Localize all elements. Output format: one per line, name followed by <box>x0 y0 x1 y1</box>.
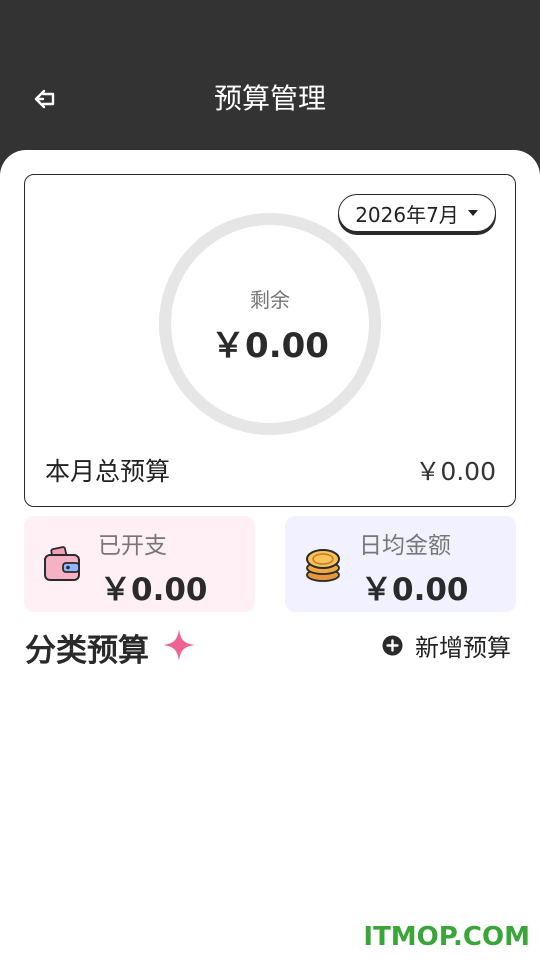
app-header: 预算管理 <box>0 0 540 160</box>
monthly-total-value: ￥0.00 <box>415 457 496 486</box>
caret-down-icon <box>467 210 478 216</box>
monthly-total-label: 本月总预算 <box>45 457 171 486</box>
sparkle-icon <box>163 629 195 661</box>
category-budget-title: 分类预算 <box>25 633 149 669</box>
spent-card[interactable]: 已开支 ￥0.00 <box>24 516 255 612</box>
spent-label: 已开支 <box>98 533 167 559</box>
watermark: ITMOP.COM <box>363 922 530 952</box>
add-budget-button[interactable]: 新增预算 <box>382 628 511 662</box>
remaining-value: ￥0.00 <box>211 326 329 366</box>
daily-average-value: ￥0.00 <box>361 572 469 608</box>
remaining-label: 剩余 <box>250 288 290 312</box>
add-budget-label: 新增预算 <box>415 633 511 662</box>
page-title: 预算管理 <box>213 82 326 115</box>
daily-average-label: 日均金额 <box>359 533 451 559</box>
month-label: 2026年7月 <box>355 202 459 227</box>
month-selector[interactable]: 2026年7月 <box>338 194 496 232</box>
coins-icon <box>306 549 340 582</box>
spent-value: ￥0.00 <box>100 572 208 608</box>
plus-circle-icon <box>382 635 403 655</box>
wallet-icon <box>44 546 80 581</box>
daily-average-card[interactable]: 日均金额 ￥0.00 <box>285 516 516 612</box>
